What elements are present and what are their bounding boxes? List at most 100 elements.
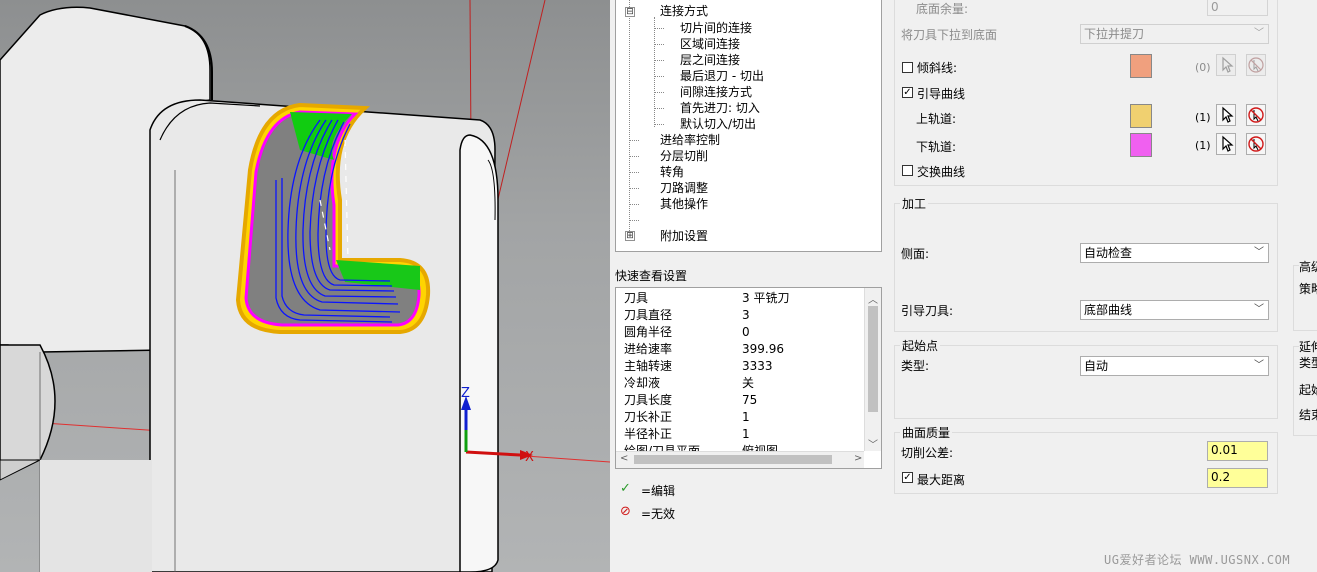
part-face <box>0 459 41 481</box>
pull-down-select[interactable]: 下拉并提刀 ﹀ <box>1080 24 1269 44</box>
tree-line <box>654 60 664 61</box>
deselect-icon[interactable] <box>1246 104 1266 126</box>
tree-item-gap-connection[interactable]: 间隙连接方式 <box>680 84 752 100</box>
tilt-checkbox[interactable] <box>902 62 913 73</box>
tree-item-feed-control[interactable]: 进给率控制 <box>660 132 720 148</box>
tree-item-connection[interactable]: 连接方式 <box>660 3 708 19</box>
collapse-icon[interactable]: ⊟ <box>625 7 635 17</box>
tree-line <box>629 0 630 235</box>
scroll-down-icon[interactable]: ﹀ <box>868 436 878 451</box>
model-view[interactable]: X Z <box>0 0 610 572</box>
check-icon: ✓ <box>620 481 631 496</box>
tree-item-depth-cuts[interactable]: 分层切削 <box>660 148 708 164</box>
scroll-right-icon[interactable]: > <box>854 453 862 464</box>
triad-z-label: Z <box>461 386 470 401</box>
bottom-stock-label: 底面余量: <box>916 2 969 16</box>
tree-line <box>654 28 664 29</box>
swap-curve-label: 交换曲线 <box>917 165 966 179</box>
swap-curve-checkbox[interactable] <box>902 165 913 176</box>
qv-row-value: 3 <box>742 308 750 322</box>
chevron-down-icon: ﹀ <box>1254 360 1264 371</box>
pull-down-value: 下拉并提刀 <box>1084 27 1145 41</box>
quick-view-title: 快速查看设置 <box>615 269 688 283</box>
chevron-down-icon: ﹀ <box>1254 28 1264 39</box>
tree-item-default-entry-exit[interactable]: 默认切入/切出 <box>680 116 756 132</box>
tree-line <box>654 76 664 77</box>
tree-item-corner[interactable]: 转角 <box>660 164 684 180</box>
legend-edit-label: =编辑 <box>641 484 676 498</box>
max-distance-checkbox[interactable]: ✓ <box>902 472 913 483</box>
qv-row-value: 3333 <box>742 359 773 373</box>
parameter-tree[interactable]: ⊟ 连接方式 切片间的连接 区域间连接 层之间连接 最后退刀 - 切出 间隙连接… <box>615 0 882 252</box>
qv-row-name: 进给速率 <box>624 342 673 356</box>
type-select[interactable]: 自动 ﹀ <box>1080 356 1269 376</box>
qv-row-value: 0 <box>742 325 750 339</box>
qv-row-value: 3 平铣刀 <box>742 291 790 305</box>
upper-rail-count: (1) <box>1195 111 1211 124</box>
tree-line <box>629 156 639 157</box>
bottom-stock-field[interactable]: 0 <box>1207 0 1268 16</box>
lower-rail-label: 下轨道: <box>916 140 957 154</box>
part-bore <box>459 134 499 572</box>
tolerance-label: 切削公差: <box>901 446 954 460</box>
tree-item-region-connection[interactable]: 区域间连接 <box>680 36 740 52</box>
tree-item-other-ops[interactable]: 其他操作 <box>660 196 708 212</box>
tree-line <box>629 188 639 189</box>
qv-row-name: 冷却液 <box>624 376 661 390</box>
upper-rail-color-swatch[interactable] <box>1130 104 1152 128</box>
deselect-icon[interactable] <box>1246 54 1266 76</box>
qv-row-name: 刀具长度 <box>624 393 673 407</box>
tree-line <box>654 92 664 93</box>
legend-invalid-label: =无效 <box>641 507 676 521</box>
pull-down-label: 将刀具下拉到底面 <box>901 28 998 42</box>
side-value: 自动检查 <box>1084 246 1133 260</box>
operation-dialog: ⊟ 连接方式 切片间的连接 区域间连接 层之间连接 最后退刀 - 切出 间隙连接… <box>610 0 1317 572</box>
tree-item-additional-settings[interactable]: 附加设置 <box>660 228 708 244</box>
deselect-icon[interactable] <box>1246 133 1266 155</box>
expand-icon[interactable]: ⊞ <box>625 231 635 241</box>
tree-line <box>654 124 664 125</box>
quick-view-list[interactable]: 刀具 3 平铣刀 刀具直径 3 圆角半径 0 进给速率 399.96 主轴转速 … <box>615 287 882 469</box>
extension-type-label: 类型 <box>1299 356 1317 370</box>
select-arrow-icon[interactable] <box>1216 104 1236 126</box>
qv-row-name: 半径补正 <box>624 427 673 441</box>
qv-row-value: 1 <box>742 410 750 424</box>
qv-row-name: 主轴转速 <box>624 359 673 373</box>
tree-line <box>629 204 639 205</box>
qv-row-value: 关 <box>742 376 755 390</box>
guide-tool-select[interactable]: 底部曲线 ﹀ <box>1080 300 1269 320</box>
guide-tool-label: 引导刀具: <box>901 304 954 318</box>
lower-rail-color-swatch[interactable] <box>1130 133 1152 157</box>
tilt-color-swatch[interactable] <box>1130 54 1152 78</box>
tree-item-final-retract[interactable]: 最后退刀 - 切出 <box>680 68 764 84</box>
type-label: 类型: <box>901 359 930 373</box>
scrollbar-thumb[interactable] <box>634 455 832 464</box>
max-distance-field[interactable]: 0.2 <box>1207 468 1268 488</box>
tolerance-field[interactable]: 0.01 <box>1207 441 1268 461</box>
machining-title: 加工 <box>900 195 929 212</box>
part-face <box>40 460 152 572</box>
tree-item-toolpath-adjust[interactable]: 刀路调整 <box>660 180 708 196</box>
guide-tool-value: 底部曲线 <box>1084 303 1133 317</box>
scrollbar-thumb[interactable] <box>868 306 878 412</box>
extension-start-label: 起始 <box>1299 383 1317 397</box>
guide-curve-checkbox[interactable]: ✓ <box>902 87 913 98</box>
prohibit-icon: ⊘ <box>620 504 631 519</box>
tree-item-first-entry[interactable]: 首先进刀: 切入 <box>680 100 760 116</box>
scroll-up-icon[interactable]: ︿ <box>868 291 878 306</box>
qv-row-name: 刀长补正 <box>624 410 673 424</box>
tree-item-layer-connection[interactable]: 层之间连接 <box>680 52 740 68</box>
graphics-viewport[interactable]: X Z <box>0 0 610 572</box>
tree-item-slice-connection[interactable]: 切片间的连接 <box>680 20 752 36</box>
side-select[interactable]: 自动检查 ﹀ <box>1080 243 1269 263</box>
scroll-left-icon[interactable]: < <box>620 453 628 464</box>
triad-x-label: X <box>525 450 534 465</box>
tree-line <box>629 220 639 221</box>
extension-end-label: 结束 <box>1299 408 1317 422</box>
select-arrow-icon[interactable] <box>1216 133 1236 155</box>
type-value: 自动 <box>1084 359 1109 373</box>
qv-row-name: 刀具直径 <box>624 308 673 322</box>
side-label: 侧面: <box>901 247 930 261</box>
tilt-label: 倾斜线: <box>917 61 958 75</box>
select-arrow-icon[interactable] <box>1216 54 1236 76</box>
